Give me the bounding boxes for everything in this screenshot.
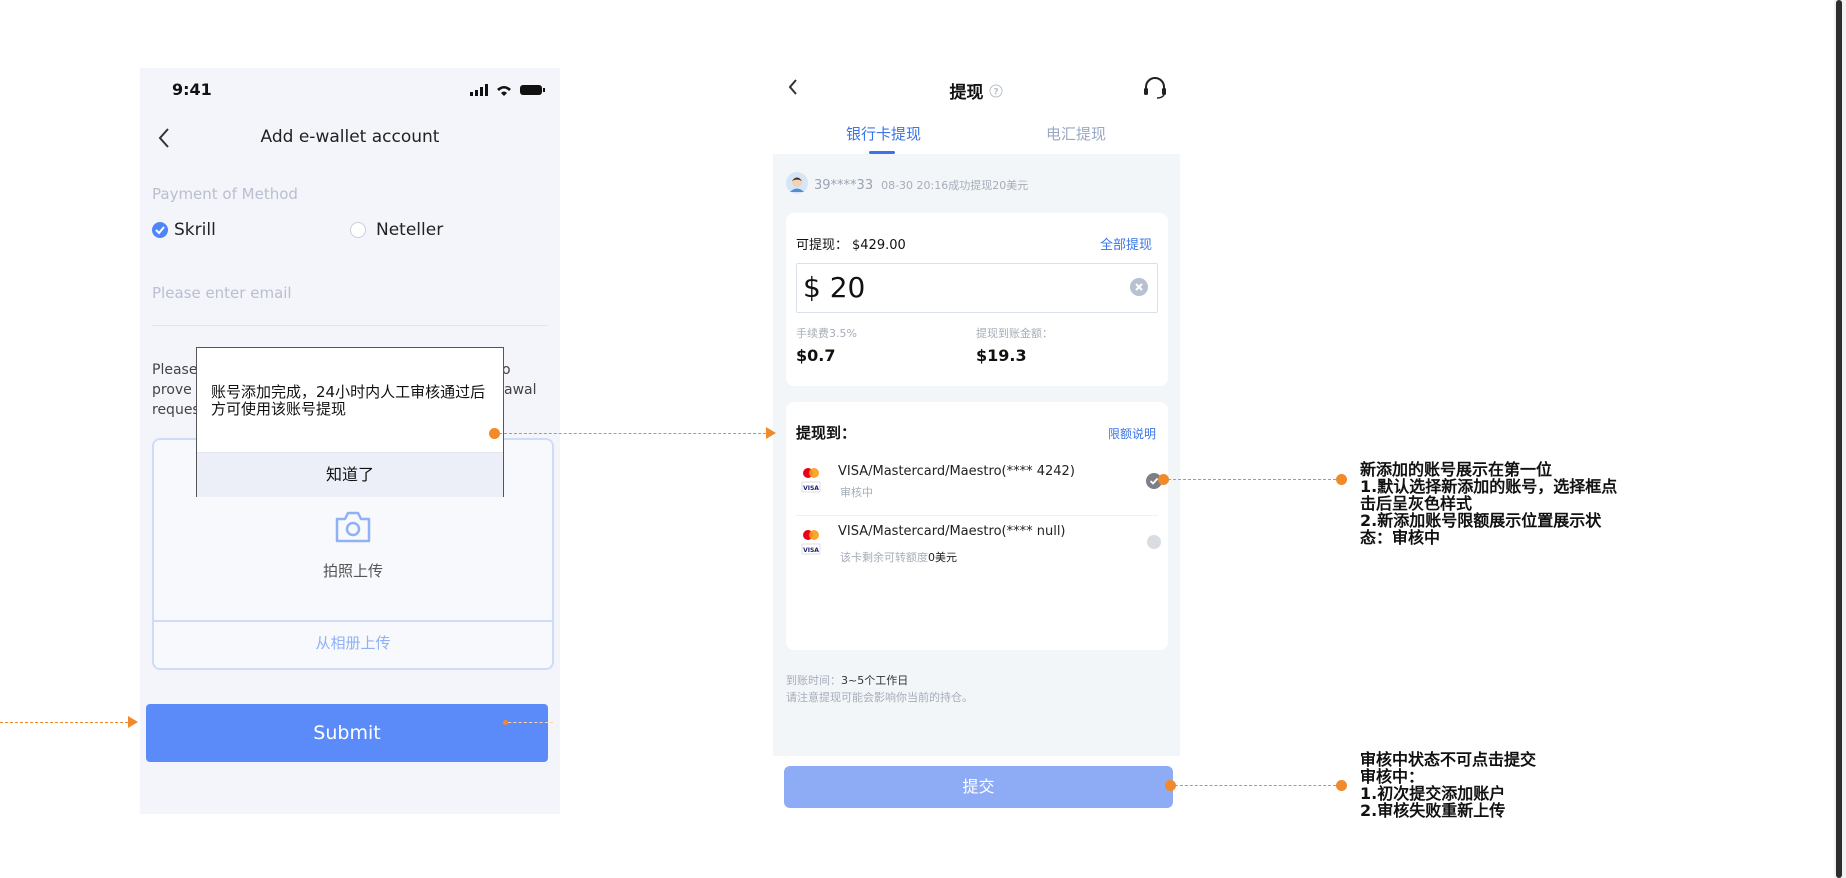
svg-text:VISA: VISA	[803, 485, 819, 492]
avatar	[786, 172, 808, 198]
notice-user: 39****33	[814, 177, 874, 193]
connector-line	[1170, 785, 1341, 786]
card-name: VISA/Mastercard/Maestro(**** null)	[838, 524, 1066, 539]
radio-neteller[interactable]: Neteller	[350, 220, 443, 240]
unchecked-radio-icon[interactable]	[1146, 534, 1162, 554]
upload-divider	[154, 620, 552, 622]
mastercard-visa-icon: VISA	[800, 530, 822, 562]
radio-unchecked-icon	[350, 222, 366, 238]
method-label: Payment of Method	[152, 185, 298, 203]
limit-info-link[interactable]: 限额说明	[1108, 425, 1156, 442]
radio-skrill[interactable]: Skrill	[152, 220, 216, 240]
tab-wire-transfer[interactable]: 电汇提现	[1046, 123, 1106, 144]
camera-icon	[334, 510, 372, 548]
received-value: $19.3	[976, 346, 1027, 365]
connector-line	[1163, 479, 1341, 480]
connector-dot	[1336, 474, 1347, 485]
neteller-label: Neteller	[376, 220, 444, 240]
withdraw-to-card: 提现到： 限额说明 VISA VISA/Mastercard/Maestro(*…	[786, 402, 1168, 650]
withdraw-all-link[interactable]: 全部提现	[1100, 234, 1152, 253]
tab-active-indicator	[869, 151, 895, 154]
connector-dot	[1336, 780, 1347, 791]
header: 提现 ? 银行卡提现 电汇提现	[773, 68, 1180, 154]
arrival-time: 到账时间：3~5个工作日	[786, 674, 909, 687]
connector-arrow	[766, 427, 776, 439]
headset-support-icon[interactable]	[1142, 76, 1168, 104]
svg-text:?: ?	[994, 88, 999, 98]
annotation-pending-state: 审核中状态不可点击提交 审核中： 1.初次提交添加账户 2.审核失败重新上传	[1360, 750, 1537, 820]
notice-text: 08-30 20:16成功提现20美元	[881, 179, 1029, 192]
connector-dot-small	[503, 720, 508, 725]
card-status: 审核中	[840, 486, 873, 499]
submit-button[interactable]: Submit	[146, 704, 548, 762]
instruction-text-tail: o awal	[502, 362, 537, 398]
dialog-ok-button[interactable]: 知道了	[197, 452, 503, 497]
connector-dot	[489, 428, 500, 439]
scrollbar-thumb[interactable]	[1836, 0, 1842, 878]
page-title: Add e-wallet account	[260, 127, 440, 147]
connector-line-faint	[503, 722, 553, 723]
svg-text:VISA: VISA	[803, 547, 819, 554]
page-title: 提现 ?	[773, 78, 1180, 103]
tab-bank-card[interactable]: 银行卡提现	[846, 123, 921, 144]
connector-arrow	[128, 716, 138, 728]
upload-from-album-button[interactable]: 从相册上传	[154, 632, 552, 653]
fee-label: 手续费3.5%	[796, 327, 857, 340]
dialog-message: 账号添加完成，24小时内人工审核通过后方可使用该账号提现	[211, 383, 486, 418]
help-circle-icon[interactable]: ?	[989, 83, 1003, 103]
email-underline	[152, 325, 548, 326]
amount-card: 可提现： $429.00 全部提现 $ 20 手续费3.5% $0.7 提现到账金…	[786, 213, 1168, 386]
submit-button-disabled[interactable]: 提交	[784, 766, 1173, 808]
available-amount: 可提现： $429.00	[796, 238, 906, 253]
status-time: 9:41	[172, 80, 212, 99]
status-icons	[470, 82, 550, 101]
card-option-null[interactable]: VISA VISA/Mastercard/Maestro(**** null) …	[786, 516, 1168, 576]
review-dialog: 账号添加完成，24小时内人工审核通过后方可使用该账号提现 知道了	[196, 347, 504, 497]
card-option-4242[interactable]: VISA VISA/Mastercard/Maestro(**** 4242) …	[786, 454, 1168, 514]
withdraw-screen: 提现 ? 银行卡提现 电汇提现 39****33 08-30 20:16成功提现…	[773, 68, 1180, 814]
received-label: 提现到账金额：	[976, 327, 1053, 340]
radio-checked-icon	[152, 222, 168, 238]
connector-dot	[1165, 780, 1176, 791]
email-input[interactable]: Please enter email	[152, 284, 292, 302]
amount-input[interactable]: $ 20	[796, 263, 1158, 313]
connector-line	[494, 433, 766, 434]
clear-icon[interactable]	[1130, 278, 1148, 300]
notice-bar: 39****33 08-30 20:16成功提现20美元	[786, 172, 1028, 198]
instruction-text: Please prove t reques	[152, 362, 202, 418]
connector-dot	[1158, 474, 1169, 485]
mastercard-visa-icon: VISA	[800, 468, 822, 500]
card-name: VISA/Mastercard/Maestro(**** 4242)	[838, 464, 1075, 479]
amount-value: $ 20	[803, 271, 866, 304]
withdraw-to-label: 提现到：	[796, 424, 857, 442]
skrill-label: Skrill	[174, 220, 216, 240]
annotation-new-account: 新添加的账号展示在第一位 1.默认选择新添加的账号，选择框点 击后呈灰色样式 2…	[1360, 460, 1618, 547]
take-photo-label: 拍照上传	[322, 562, 383, 580]
connector-line	[0, 722, 128, 723]
card-limit: 该卡剩余可转额度0美元	[840, 551, 957, 564]
warning-text: 请注意提现可能会影响你当前的持仓。	[786, 691, 973, 704]
fee-value: $0.7	[796, 346, 836, 365]
